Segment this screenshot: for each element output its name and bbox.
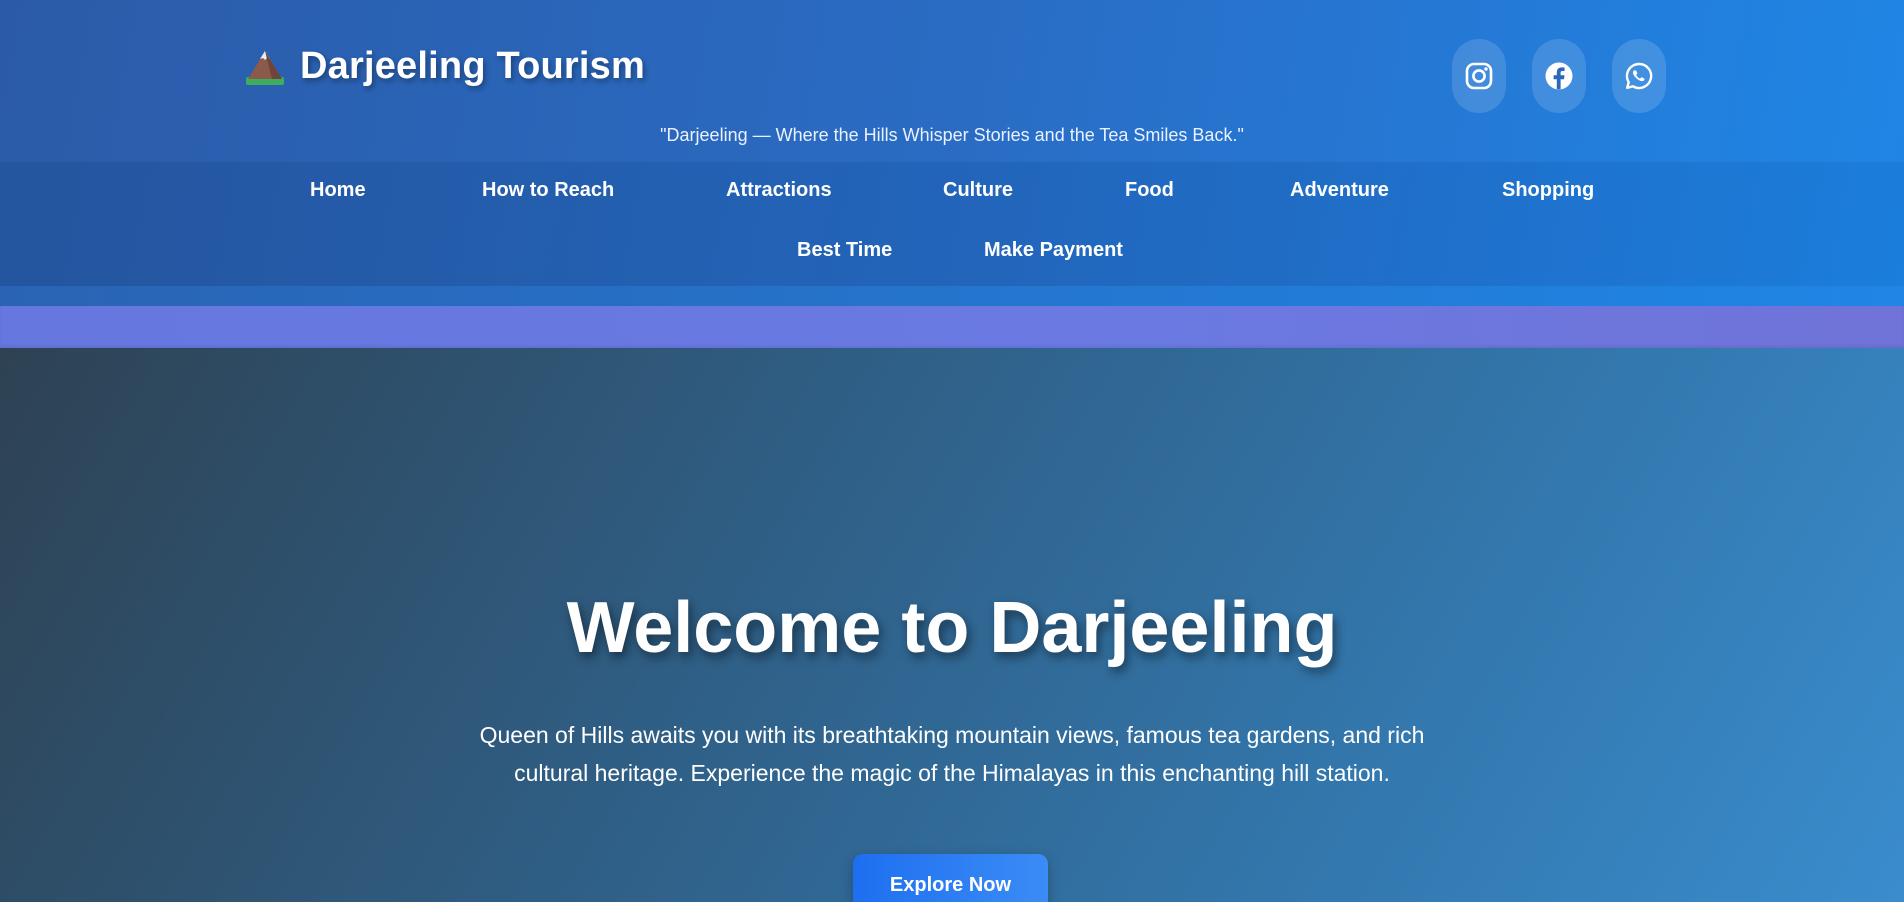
explore-now-button[interactable]: Explore Now — [853, 854, 1048, 902]
nav-row-1: Home How to Reach Attractions Culture Fo… — [0, 162, 1904, 218]
site-title: Darjeeling Tourism — [300, 44, 645, 87]
header-bottom-strip — [0, 286, 1904, 306]
nav-item-adventure[interactable]: Adventure — [1290, 162, 1389, 218]
hero-section: Welcome to Darjeeling Queen of Hills awa… — [0, 348, 1904, 902]
instagram-icon — [1465, 62, 1493, 90]
nav-item-shopping[interactable]: Shopping — [1502, 162, 1594, 218]
nav-item-best-time[interactable]: Best Time — [797, 222, 892, 278]
social-links — [1452, 39, 1666, 113]
accent-band — [0, 306, 1904, 348]
main-nav: Home How to Reach Attractions Culture Fo… — [0, 162, 1904, 286]
nav-row-2: Best Time Make Payment — [0, 222, 1904, 278]
mountain-icon — [244, 45, 286, 87]
page: Darjeeling Tourism "Darjeeling — Where t… — [0, 0, 1904, 902]
nav-item-how-to-reach[interactable]: How to Reach — [482, 162, 614, 218]
nav-item-attractions[interactable]: Attractions — [726, 162, 832, 218]
nav-item-make-payment[interactable]: Make Payment — [984, 222, 1123, 278]
nav-item-home[interactable]: Home — [310, 162, 366, 218]
facebook-icon — [1545, 62, 1573, 90]
hero-description: Queen of Hills awaits you with its breat… — [479, 722, 1425, 786]
brand[interactable]: Darjeeling Tourism — [244, 38, 645, 94]
hero-title: Welcome to Darjeeling — [566, 588, 1338, 668]
whatsapp-icon — [1625, 62, 1653, 90]
whatsapp-button[interactable] — [1612, 39, 1666, 113]
facebook-button[interactable] — [1532, 39, 1586, 113]
tagline: "Darjeeling — Where the Hills Whisper St… — [660, 125, 1244, 145]
site-header: Darjeeling Tourism "Darjeeling — Where t… — [0, 0, 1904, 306]
nav-item-food[interactable]: Food — [1125, 162, 1174, 218]
instagram-button[interactable] — [1452, 39, 1506, 113]
nav-item-culture[interactable]: Culture — [943, 162, 1013, 218]
